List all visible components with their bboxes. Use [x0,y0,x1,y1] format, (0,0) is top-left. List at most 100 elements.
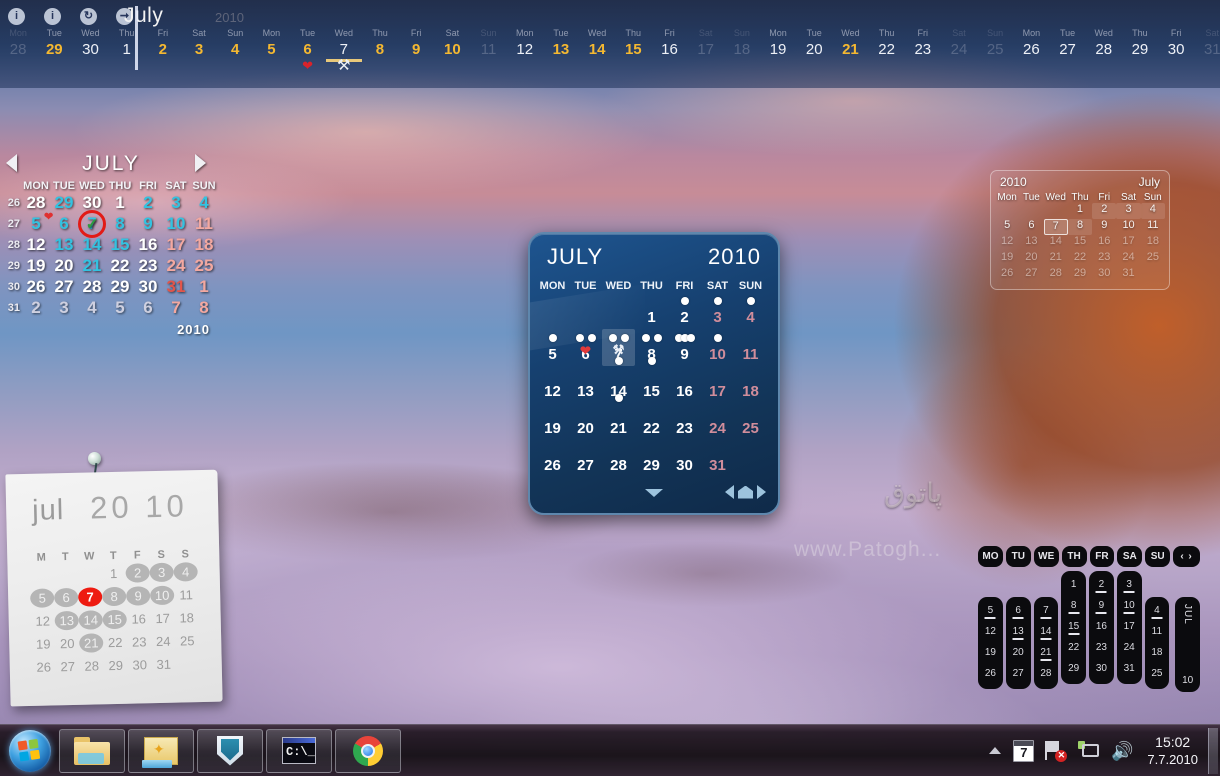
top-strip-day[interactable]: Tue 6 ❤ [290,28,326,73]
show-hidden-icons-arrow[interactable] [989,747,1002,754]
black-calendar-day[interactable]: 15 [1061,616,1086,637]
black-calendar-column[interactable]: 5 12 19 26 [978,597,1003,689]
left-calendar-day[interactable]: 15 [106,235,134,255]
paper-calendar-day[interactable]: 11 [174,585,198,605]
left-calendar-gadget[interactable]: JULY MON TUE WED THU FRI SAT SUN 26 28 29 30 1 2 3 4 2… [2,152,220,367]
glass-calendar-day[interactable]: 26 [995,267,1019,283]
left-calendar-day[interactable]: 14 [78,235,106,255]
top-strip-day[interactable]: Wed 30 [72,28,108,62]
blue-calendar-day[interactable]: 9 [668,329,701,366]
paper-calendar-day[interactable]: 18 [174,608,198,628]
blue-calendar-day[interactable]: 15 [635,366,668,403]
paper-calendar-day[interactable]: 9 [125,586,151,606]
blue-calendar-day[interactable]: 3 [701,292,734,329]
paper-calendar-day[interactable]: 5 [29,588,55,608]
glass-calendar-grid[interactable]: 1 2 3 4 5 6 7 8 9 10 11 12 13 14 15 16 17 18 19 20 21 22 23 24 2… [991,203,1169,283]
top-strip-day[interactable]: Mon 28 [0,28,36,62]
blue-calendar-day[interactable]: 24 [701,403,734,440]
start-button[interactable] [4,727,56,775]
blue-calendar-day[interactable]: 18 [734,366,767,403]
black-calendar-day[interactable]: 26 [978,663,1003,684]
black-calendar-day[interactable]: 1 [1061,574,1086,595]
left-calendar-day[interactable]: 8 [106,214,134,234]
black-calendar-column[interactable]: 3 10 17 24 31 [1116,571,1142,684]
black-calendar-day[interactable]: 14 [1034,621,1059,642]
blue-calendar-day[interactable]: 22 [635,403,668,440]
volume-icon[interactable]: 🔊 [1111,740,1135,762]
glass-calendar-day[interactable]: 7 [1043,219,1068,235]
left-calendar-day[interactable]: 6 ❤ [44,211,78,234]
glass-calendar-day[interactable]: 24 [1116,251,1140,267]
blue-calendar-day[interactable]: 30 [668,440,701,477]
black-calendar-column[interactable]: 1 8 15 22 29 [1061,571,1086,684]
top-calendar-strip-gadget[interactable]: i i ↻ ➞ July 2010 Mon 28 Tue 29 Wed 30 Thu 1 Fri… [0,0,1220,88]
left-calendar-day[interactable]: 30 [134,277,162,297]
left-calendar-day[interactable]: 2 [134,193,162,213]
paper-calendar-day[interactable]: 21 [79,633,104,653]
glass-calendar-day[interactable]: 29 [1068,267,1092,283]
calendar-tray-icon[interactable]: 7 [1013,739,1035,762]
paper-calendar-day[interactable]: 10 [149,585,175,606]
glass-calendar-day[interactable] [1044,203,1068,219]
left-calendar-day[interactable]: 29 [106,277,134,297]
top-strip-day[interactable]: Thu 29 [1122,28,1158,62]
black-calendar-day[interactable]: 6 [1006,600,1031,621]
black-calendar-day[interactable]: 9 [1089,595,1114,616]
black-calendar-column[interactable]: 2 9 16 23 30 [1089,571,1114,684]
left-calendar-day[interactable]: 7 [162,298,190,318]
info-circle-icon[interactable]: i [8,8,25,25]
display-icon[interactable] [1078,740,1100,762]
black-calendar-day[interactable]: 12 [978,621,1003,642]
blue-calendar-day[interactable] [569,292,602,329]
left-calendar-day[interactable]: 5 [106,298,134,318]
paper-calendar-day[interactable]: 17 [150,609,174,629]
paper-calendar-day[interactable]: 29 [104,656,128,676]
blue-calendar-gadget[interactable]: JULY 2010 MON TUE WED THU FRI SAT SUN 1 2 3 4 5 6 ❤ 7… [528,232,780,515]
left-calendar-day[interactable]: 26 [22,277,50,297]
left-calendar-day[interactable]: 4 [78,298,106,318]
black-calendar-day[interactable]: 30 [1089,658,1114,679]
black-calendar-day[interactable]: 24 [1117,637,1142,658]
glass-calendar-day[interactable] [1019,203,1043,219]
blue-calendar-day[interactable]: 7 ⚒ [602,329,635,366]
top-strip-day[interactable]: Mon 19 [760,28,796,62]
left-calendar-day[interactable]: 22 [106,256,134,276]
top-strip-day[interactable]: Thu 8 [362,28,398,62]
blue-calendar-day[interactable]: 21 [602,403,635,440]
glass-calendar-day[interactable]: 22 [1068,251,1092,267]
blue-calendar-day[interactable]: 5 [536,329,569,366]
glass-calendar-day[interactable]: 17 [1116,235,1140,251]
black-calendar-day[interactable]: 25 [1145,663,1170,684]
glass-calendar-day[interactable]: 16 [1092,235,1116,251]
top-strip-day[interactable]: Wed 21 [832,28,868,62]
top-strip-day[interactable]: Sat 3 [181,28,217,62]
paper-calendar-day[interactable]: 24 [151,632,175,652]
top-strip-day[interactable]: Sat 24 [941,28,977,62]
top-strip-day[interactable]: Tue 13 [543,28,579,62]
left-calendar-day[interactable]: 10 [162,214,190,234]
paper-calendar-day[interactable]: 12 [31,611,55,631]
blue-calendar-day[interactable]: 14 [602,366,635,403]
black-calendar-day[interactable]: 16 [1089,616,1114,637]
black-calendar-weekday-button[interactable]: TU [1005,546,1031,567]
top-strip-day[interactable]: Sat 31 [1194,28,1220,62]
refresh-circle-icon[interactable]: ↻ [80,8,97,25]
left-calendar-day[interactable]: 2 [22,298,50,318]
left-calendar-day[interactable]: 27 [50,277,78,297]
black-calendar-day[interactable]: 22 [1061,637,1086,658]
explorer-taskbar-button[interactable] [59,728,125,773]
blue-calendar-day[interactable]: 1 [635,292,668,329]
left-calendar-day[interactable]: 31 [162,277,190,297]
blue-calendar-day[interactable]: 29 [635,440,668,477]
black-calendar-day[interactable]: 23 [1089,637,1114,658]
paper-calendar-day[interactable]: 20 [55,634,79,654]
left-calendar-day[interactable]: 1 [190,277,218,297]
black-calendar-weekday-button[interactable]: WE [1033,546,1059,567]
glass-calendar-day[interactable]: 5 [995,219,1019,235]
glass-calendar-day[interactable]: 9 [1092,219,1116,235]
top-strip-day[interactable]: Mon 26 [1013,28,1049,62]
black-calendar-day[interactable]: 29 [1061,658,1086,679]
glass-calendar-day[interactable]: 6 [1019,219,1043,235]
paper-calendar-day[interactable] [53,565,77,585]
top-strip-day[interactable]: Tue 27 [1049,28,1085,62]
